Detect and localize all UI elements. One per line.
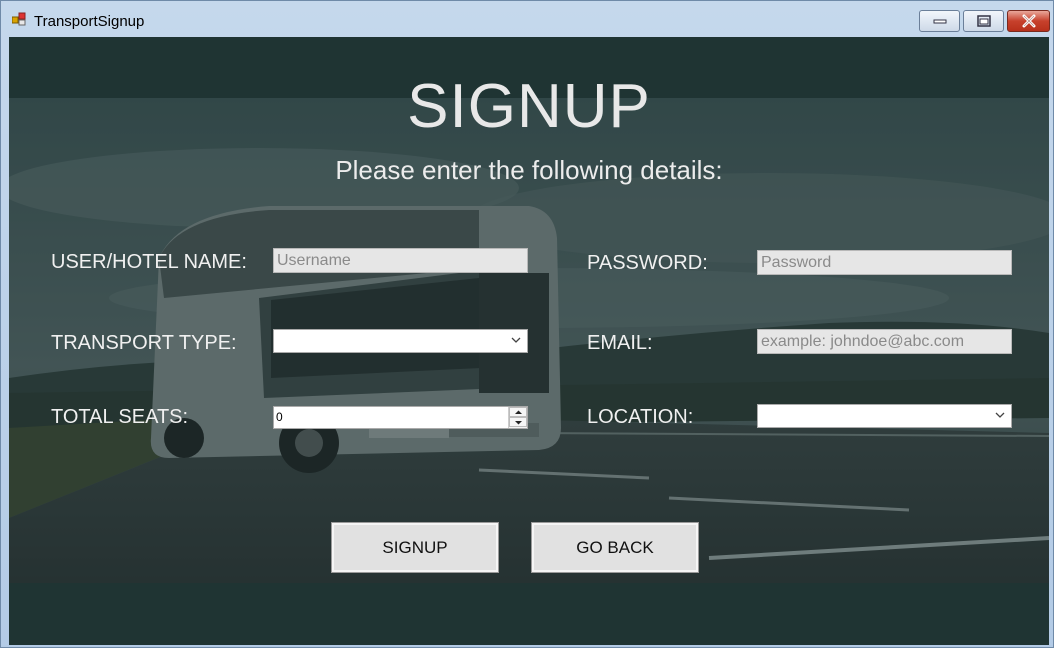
password-input[interactable]	[757, 250, 1012, 275]
go-back-button[interactable]: GO BACK	[532, 523, 698, 572]
spin-down-icon	[515, 421, 522, 425]
total-seats-value: 0	[276, 410, 283, 424]
location-label: LOCATION:	[587, 406, 694, 428]
spin-down-button[interactable]	[509, 417, 527, 427]
transport-type-label: TRANSPORT TYPE:	[51, 332, 237, 354]
signup-button[interactable]: SIGNUP	[332, 523, 498, 572]
location-select[interactable]	[757, 404, 1012, 428]
chevron-down-icon	[511, 337, 521, 343]
total-seats-stepper[interactable]: 0	[273, 406, 528, 429]
app-window: TransportSignup SIGNUP Please enter the …	[0, 0, 1054, 648]
minimize-icon	[933, 19, 946, 24]
spin-up-button[interactable]	[509, 407, 527, 417]
chevron-down-icon	[995, 412, 1005, 418]
transport-type-select[interactable]	[273, 329, 528, 353]
email-input[interactable]	[757, 329, 1012, 354]
username-label: USER/HOTEL NAME:	[51, 251, 247, 273]
page-title: SIGNUP	[407, 72, 651, 141]
page-subtitle: Please enter the following details:	[335, 155, 723, 185]
spin-buttons	[508, 407, 527, 428]
close-button[interactable]	[1007, 10, 1050, 32]
maximize-icon	[976, 15, 991, 27]
close-icon	[1022, 14, 1035, 28]
spin-up-icon	[515, 410, 522, 414]
minimize-button[interactable]	[919, 10, 960, 32]
total-seats-label: TOTAL SEATS:	[51, 406, 189, 428]
title-bar[interactable]: TransportSignup	[1, 1, 1053, 37]
maximize-button[interactable]	[963, 10, 1004, 32]
app-icon	[11, 12, 28, 26]
username-input[interactable]	[273, 248, 528, 273]
email-label: EMAIL:	[587, 332, 653, 354]
password-label: PASSWORD:	[587, 252, 708, 274]
window-title: TransportSignup	[34, 13, 145, 30]
form-client-area: SIGNUP Please enter the following detail…	[9, 37, 1049, 645]
